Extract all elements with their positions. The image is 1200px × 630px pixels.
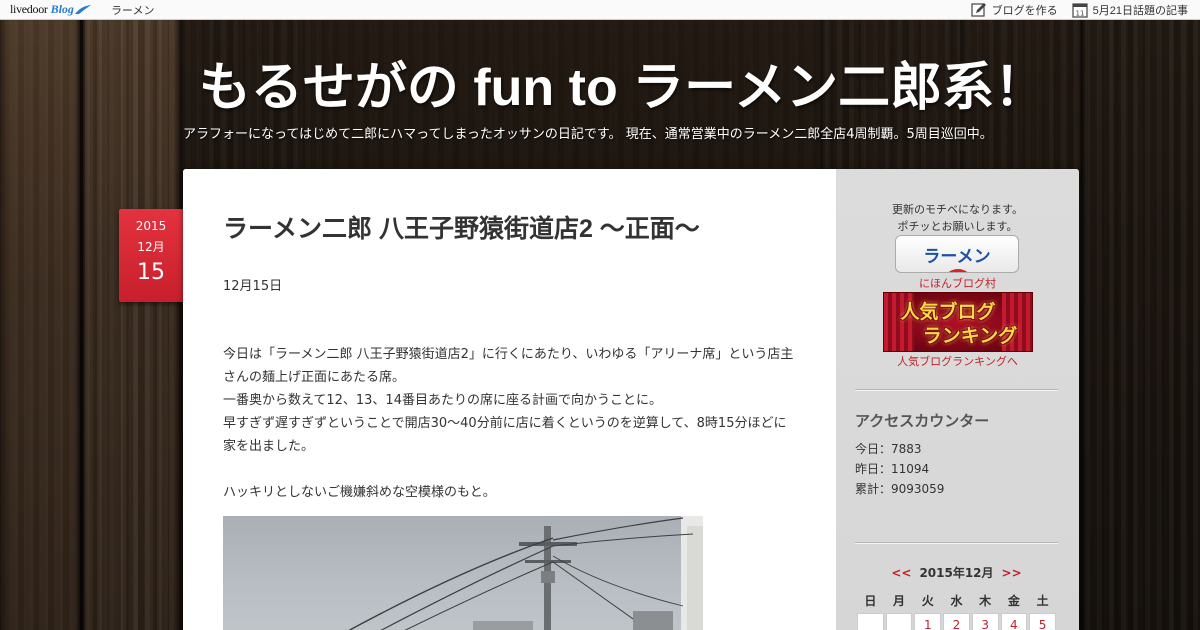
date-badge-day: 15 [137, 260, 165, 285]
post-paragraph: 早すぎず遅すぎずということで開店30～40分前に店に着くというのを逆算して、8時… [223, 416, 787, 454]
calendar-day[interactable]: 4 [1000, 613, 1028, 630]
logo-wing-icon [74, 4, 91, 14]
calendar-day [885, 613, 913, 630]
post-body: 今日は「ラーメン二郎 八王子野猿街道店2」に行くにあたり、いわゆる「アリーナ席」… [223, 343, 799, 504]
calendar-table: 日 月火 水 木金 土 12345 [855, 587, 1058, 630]
topic-articles-label: 5月21日話題の記事 [1092, 4, 1188, 17]
date-badge-month: 12月 [137, 240, 165, 254]
site-description: アラフォーになってはじめて二郎にハマってしまったオッサンの日記です。 現在、通常… [183, 127, 993, 142]
photo-utility-pole-image [348, 516, 703, 630]
livedoor-topbar: livedoor Blog ラーメン ブログを作る 11 5月21日話題の記事 [0, 0, 1200, 20]
ranking-banner[interactable]: 人気ブログ ランキング [883, 292, 1033, 352]
nihon-blogmura-link[interactable]: にほんブログ村 [836, 275, 1079, 291]
calendar-weekday: 土 [1036, 593, 1049, 608]
calendar-weekday: 月 [893, 593, 906, 608]
counter-yesterday: 昨日：11094 [855, 462, 930, 476]
rising-sun-icon [942, 269, 974, 272]
sidebar: 更新のモチベになります。 ポチッとお願いします。 ラーメン にほんブログ村 人気… [836, 169, 1079, 630]
calendar-header: << 2015年12月 >> [855, 564, 1058, 581]
calendar-next-link[interactable]: >> [1002, 566, 1022, 580]
create-blog-link[interactable]: ブログを作る [971, 2, 1058, 18]
ranking-banner-line: ランキング [922, 326, 1018, 347]
date-badge-year: 2015 [135, 219, 167, 233]
motivation-text: 更新のモチベになります。 ポチッとお願いします。 [836, 201, 1079, 235]
ramen-button-label: ラーメン [923, 247, 991, 266]
post-paragraph: 一番奥から数えて12、13、14番目あたりの席に座る計画で向かうことに。 [223, 393, 662, 408]
counter-total: 累計：9093059 [855, 482, 945, 496]
livedoor-blog-logo[interactable]: livedoor Blog [10, 0, 91, 20]
post-title[interactable]: ラーメン二郎 八王子野猿街道店2 〜正面〜 [223, 209, 700, 245]
main-card: ラーメン二郎 八王子野猿街道店2 〜正面〜 12月15日 今日は「ラーメン二郎 … [183, 169, 1079, 630]
post-paragraph: ハッキリとしないご機嫌斜めな空模様のもと。 [223, 485, 496, 500]
calendar-icon-day: 11 [1075, 9, 1084, 17]
logo-livedoor-text: livedoor [10, 2, 48, 16]
ranking-banner-line: 人気ブログ [900, 302, 996, 323]
calendar-weekday: 日 [864, 593, 877, 608]
calendar-weekday-row: 日 月火 水 木金 土 [857, 589, 1056, 611]
access-counter-heading: アクセスカウンター [855, 413, 990, 430]
calendar-weekday: 金 [1007, 593, 1020, 608]
post-photo[interactable] [223, 516, 703, 630]
post-date-line: 12月15日 [223, 279, 283, 294]
topbar-nav-ramen[interactable]: ラーメン [111, 2, 155, 18]
calendar-day[interactable]: 3 [971, 613, 999, 630]
nihon-blogmura-ramen-button[interactable]: ラーメン [895, 235, 1019, 273]
ranking-link[interactable]: 人気ブログランキングへ [836, 353, 1079, 369]
sidebar-divider [855, 542, 1058, 544]
calendar-weekday: 木 [979, 593, 992, 608]
topbar-right: ブログを作る 11 5月21日話題の記事 [957, 2, 1188, 18]
calendar-week-row: 12345 [857, 613, 1056, 630]
calendar-day [857, 613, 884, 630]
calendar-prev-link[interactable]: << [891, 566, 911, 580]
calendar-weekday: 水 [950, 593, 963, 608]
create-blog-label: ブログを作る [991, 4, 1058, 17]
sidebar-divider [855, 389, 1058, 391]
post-date-badge: 2015 12月 15 [119, 209, 183, 302]
calendar-month: 2015年12月 [919, 566, 994, 580]
site-title[interactable]: もるせがの fun to ラーメン二郎系！ [0, 45, 1200, 120]
calendar-day[interactable]: 2 [943, 613, 970, 630]
motivation-line: 更新のモチベになります。 [892, 203, 1023, 216]
calendar-icon: 11 [1072, 2, 1088, 18]
logo-blog-text: Blog [50, 2, 74, 16]
calendar-day[interactable]: 5 [1029, 613, 1056, 630]
post-paragraph: 今日は「ラーメン二郎 八王子野猿街道店2」に行くにあたり、いわゆる「アリーナ席」… [223, 347, 794, 385]
calendar-day[interactable]: 1 [914, 613, 942, 630]
motivation-line: ポチッとお願いします。 [897, 220, 1018, 233]
calendar-weekday: 火 [921, 593, 934, 608]
edit-icon [971, 2, 986, 17]
counter-today: 今日：7883 [855, 442, 922, 456]
topic-articles-link[interactable]: 11 5月21日話題の記事 [1072, 2, 1188, 18]
article: ラーメン二郎 八王子野猿街道店2 〜正面〜 12月15日 今日は「ラーメン二郎 … [183, 169, 836, 630]
